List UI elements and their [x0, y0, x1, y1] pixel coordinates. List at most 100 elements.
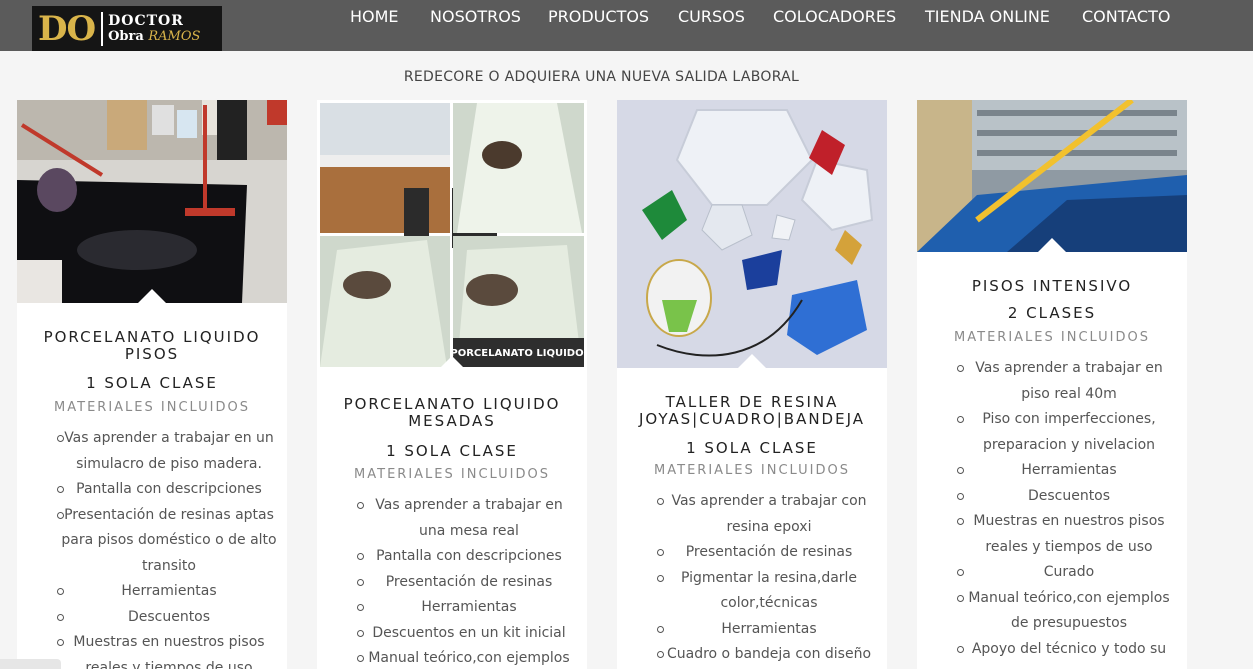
- list-item-text: Muestras en nuestros pisos reales y tiem…: [973, 513, 1165, 555]
- list-item-text: Piso con imperfecciones, preparacion y n…: [982, 411, 1156, 453]
- bullet-icon: [357, 553, 364, 560]
- list-item: Vas aprender a trabajar en piso real 40m: [917, 356, 1187, 407]
- list-item-text: Manual teórico,con ejemplos de presupues…: [968, 589, 1170, 632]
- photo-notch: [1037, 238, 1067, 253]
- list-item: Descuentos: [917, 484, 1187, 510]
- card-feature-list: Vas aprender a trabajar en un simulacro …: [17, 426, 287, 669]
- bullet-icon: [957, 594, 964, 602]
- nav-productos[interactable]: PRODUCTOS: [548, 7, 649, 26]
- list-item-text: Cuadro o bandeja con diseño: [666, 646, 872, 662]
- list-item: Cuadro o bandeja con diseño: [617, 642, 887, 668]
- nav-contacto[interactable]: CONTACTO: [1082, 7, 1170, 26]
- nav-home[interactable]: HOME: [350, 7, 399, 26]
- list-item-text: Pantalla con descripciones: [76, 481, 262, 497]
- bullet-icon: [657, 549, 664, 556]
- bullet-icon: [957, 518, 964, 525]
- list-item: Pantalla con descripciones: [17, 477, 287, 503]
- list-item-text: Pantalla con descripciones: [376, 548, 562, 564]
- bullet-icon: [957, 365, 964, 372]
- list-item: Manual teórico,con ejemplos de presupues…: [917, 586, 1187, 637]
- list-item-text: Descuentos en un kit inicial: [372, 624, 566, 641]
- main-menu: HOME NOSOTROS PRODUCTOS CURSOS COLOCADOR…: [0, 0, 1253, 34]
- course-photo-floor-pouring: [17, 100, 287, 303]
- list-item-text: Vas aprender a trabajar en un simulacro …: [64, 430, 274, 472]
- list-item-text: Apoyo del técnico y todo su: [971, 640, 1167, 657]
- bullet-icon: [57, 435, 64, 442]
- bullet-icon: [57, 613, 64, 621]
- list-item-text: Vas aprender a trabajar en piso real 40m: [975, 360, 1163, 402]
- list-item-text: Descuentos: [1027, 487, 1111, 504]
- card-sessions: 1 SOLA CLASE: [386, 442, 518, 460]
- resin-jewelry-illustration: [617, 100, 887, 368]
- nav-nosotros[interactable]: NOSOTROS: [430, 7, 521, 26]
- bullet-icon: [57, 486, 64, 493]
- list-item-text: Presentación de resinas aptas para pisos…: [61, 506, 277, 574]
- course-card-porcelanato-mesadas[interactable]: PORCELANATO LIQUIDO PORCELANATO LIQUIDO …: [317, 100, 587, 669]
- bullet-icon: [957, 492, 964, 500]
- course-card-pisos-intensivo[interactable]: PISOS INTENSIVO 2 CLASES MATERIALES INCL…: [917, 100, 1187, 669]
- card-title-line-1: TALLER DE RESINA: [665, 393, 839, 411]
- list-item-text: Manual teórico,con ejemplos: [368, 650, 570, 666]
- nav-tienda-online[interactable]: TIENDA ONLINE: [925, 7, 1050, 26]
- bullet-icon: [957, 569, 964, 576]
- card-materials: MATERIALES INCLUIDOS: [54, 400, 250, 415]
- card-sessions: 1 SOLA CLASE: [86, 374, 218, 392]
- list-item: Presentación de resinas aptas para pisos…: [17, 503, 287, 580]
- list-item-text: Vas aprender a trabajar en una mesa real: [375, 497, 563, 539]
- list-item: Herramientas: [617, 617, 887, 643]
- card-title-line-2: MESADAS: [408, 412, 496, 430]
- list-item: Vas aprender a trabajar en una mesa real: [317, 493, 587, 544]
- nav-colocadores[interactable]: COLOCADORES: [773, 7, 896, 26]
- bullet-icon: [657, 651, 664, 658]
- list-item: Pigmentar la resina,darle color,técnicas: [617, 566, 887, 617]
- bullet-icon: [357, 629, 364, 637]
- list-item-text: Curado: [1043, 564, 1095, 580]
- list-item-text: Pigmentar la resina,darle color,técnicas: [680, 569, 858, 612]
- list-item-text: Herramientas: [1021, 462, 1117, 478]
- list-item-text: Presentación de resinas: [685, 544, 853, 560]
- countertop-collage-illustration: PORCELANATO LIQUIDO: [317, 100, 587, 370]
- list-item: Manual teórico,con ejemplos: [317, 646, 587, 669]
- bullet-icon: [357, 655, 364, 662]
- bullet-icon: [357, 578, 364, 586]
- card-materials: MATERIALES INCLUIDOS: [954, 330, 1150, 345]
- list-item: Herramientas: [17, 579, 287, 605]
- list-item: Pantalla con descripciones: [317, 544, 587, 570]
- list-item-text: Descuentos: [127, 608, 211, 625]
- list-item: Descuentos en un kit inicial: [317, 621, 587, 647]
- bottom-left-tab[interactable]: [0, 659, 61, 669]
- nav-cursos[interactable]: CURSOS: [678, 7, 745, 26]
- list-item: Presentación de resinas: [317, 570, 587, 596]
- bullet-icon: [957, 467, 964, 474]
- card-materials: MATERIALES INCLUIDOS: [654, 463, 850, 478]
- list-item-text: Herramientas: [721, 620, 817, 637]
- list-item: Curado: [917, 560, 1187, 586]
- list-item: Vas aprender a trabajar con resina epoxi: [617, 489, 887, 540]
- course-photo-resin-jewelry: [617, 100, 887, 368]
- course-photo-epoxy-floor: [917, 100, 1187, 252]
- floor-pouring-illustration: [17, 100, 287, 303]
- page-tagline: REDECORE O ADQUIERA UNA NUEVA SALIDA LAB…: [403, 69, 800, 85]
- list-item: Presentación de resinas: [617, 540, 887, 566]
- list-item-text: Presentación de resinas: [385, 573, 553, 590]
- card-feature-list: Vas aprender a trabajar en piso real 40m…: [917, 356, 1187, 662]
- course-card-taller-resina[interactable]: TALLER DE RESINA JOYAS|CUADRO|BANDEJA 1 …: [617, 100, 887, 669]
- list-item-text: Vas aprender a trabajar con resina epoxi: [671, 493, 867, 535]
- list-item: Descuentos: [17, 605, 287, 631]
- list-item: Muestras en nuestros pisos reales y tiem…: [917, 509, 1187, 560]
- card-feature-list: Vas aprender a trabajar en una mesa real…: [317, 493, 587, 669]
- card-title-line-2: JOYAS|CUADRO|BANDEJA: [638, 410, 865, 428]
- bullet-icon: [357, 604, 364, 611]
- list-item-text: Herramientas: [121, 583, 217, 599]
- bullet-icon: [57, 511, 64, 519]
- card-sessions: 1 SOLA CLASE: [686, 439, 818, 457]
- course-photo-countertops: PORCELANATO LIQUIDO: [317, 100, 587, 370]
- card-title-line-2: PISOS: [124, 345, 180, 363]
- list-item-text: Muestras en nuestros pisos reales y tiem…: [73, 634, 265, 669]
- photo-notch: [437, 356, 467, 371]
- bullet-icon: [657, 625, 664, 633]
- bullet-icon: [957, 645, 964, 653]
- course-card-porcelanato-pisos[interactable]: PORCELANATO LIQUIDO PISOS 1 SOLA CLASE M…: [17, 100, 287, 669]
- epoxy-floor-illustration: [917, 100, 1187, 252]
- card-feature-list: Vas aprender a trabajar con resina epoxi…: [617, 489, 887, 668]
